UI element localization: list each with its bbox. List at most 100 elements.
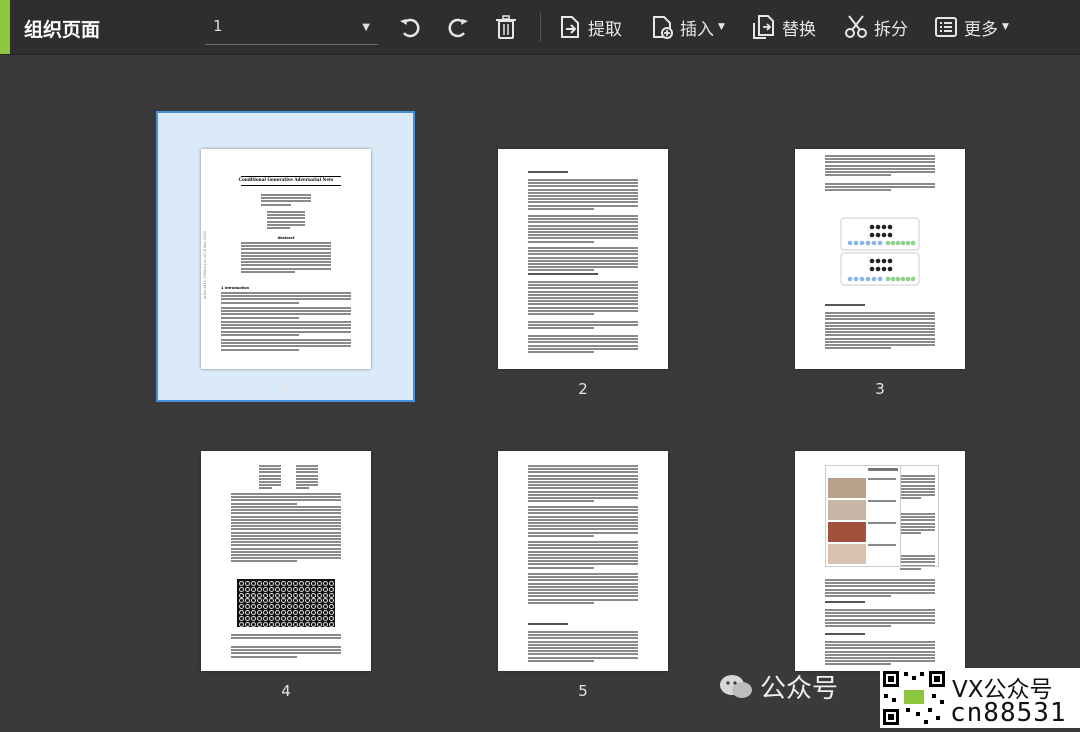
text-line: [528, 335, 638, 337]
accent-bar: [0, 0, 10, 54]
text-line: [528, 544, 638, 547]
page-number-label: 4: [281, 682, 291, 700]
text-line: [259, 487, 273, 490]
scissors-icon: [845, 15, 867, 38]
text-line: [241, 264, 331, 267]
text-line: [231, 534, 341, 537]
text-line: [825, 625, 891, 627]
text-line: [528, 321, 638, 323]
text-line: [241, 245, 331, 248]
text-line: [825, 618, 935, 621]
replace-button[interactable]: 替换: [750, 10, 816, 44]
wechat-watermark: 公众号: [718, 668, 838, 705]
text-line: [267, 220, 305, 223]
insert-button[interactable]: 插入 ▼: [648, 10, 725, 44]
text-line: [528, 582, 638, 585]
text-line: [296, 468, 318, 471]
panel-title: 组织页面: [24, 19, 101, 41]
text-line: [241, 270, 295, 273]
text-line: [296, 487, 310, 490]
delete-button[interactable]: [492, 10, 520, 44]
text-line: [528, 650, 638, 653]
text-line: [528, 324, 638, 327]
text-line: [231, 509, 341, 512]
text-line: [825, 601, 865, 603]
wechat-label: 公众号: [760, 674, 839, 704]
text-line: [528, 281, 638, 283]
text-line: [528, 341, 638, 344]
page-4-preview[interactable]: [201, 451, 371, 671]
text-line: [528, 534, 594, 537]
text-line: [259, 481, 281, 483]
text-line: [528, 653, 638, 656]
text-line: [528, 515, 638, 518]
text-line: [528, 512, 638, 515]
text-line: [221, 339, 351, 341]
text-line: [528, 250, 638, 253]
text-line: [231, 544, 341, 547]
text-line: [528, 643, 638, 646]
text-line: [528, 201, 638, 204]
text-line: [267, 217, 305, 220]
text-line: [528, 576, 638, 579]
text-line: [825, 644, 935, 647]
text-line: [528, 273, 598, 275]
text-line: [528, 287, 638, 290]
chevron-down-icon: ▼: [718, 22, 725, 32]
image-table-figure: [825, 465, 939, 567]
trash-icon: [496, 15, 516, 39]
undo-button[interactable]: [396, 10, 424, 44]
qr-code-image: [880, 668, 948, 728]
page-2-preview[interactable]: [498, 149, 668, 369]
page-number-label: 5: [578, 682, 588, 700]
text-line: [231, 525, 341, 528]
text-line: [528, 351, 594, 353]
text-line: [528, 500, 594, 503]
page-number-label: 1: [281, 380, 291, 398]
text-line: [231, 557, 341, 560]
page-number-input[interactable]: [205, 12, 353, 40]
text-line: [221, 345, 351, 348]
chevron-down-icon[interactable]: ▼: [362, 22, 370, 33]
text-line: [825, 155, 935, 157]
text-line: [528, 647, 638, 649]
page-6-preview[interactable]: [795, 451, 965, 671]
text-line: [528, 224, 638, 227]
text-line: [231, 528, 341, 531]
extract-button[interactable]: 提取: [556, 10, 622, 44]
text-line: [528, 557, 638, 559]
more-button[interactable]: 更多 ▼: [932, 10, 1009, 44]
text-line: [259, 471, 281, 474]
text-line: [231, 652, 341, 655]
text-line: [825, 321, 935, 324]
text-line: [825, 340, 935, 343]
wechat-icon: [720, 674, 752, 698]
text-line: [825, 174, 891, 177]
page-5-preview[interactable]: [498, 451, 668, 671]
text-line: [825, 347, 891, 350]
redo-button[interactable]: [444, 10, 472, 44]
text-line: [231, 538, 341, 540]
text-line: [296, 484, 318, 487]
extract-page-icon: [561, 16, 579, 38]
text-line: [825, 585, 935, 588]
text-line: [528, 541, 638, 543]
text-line: [231, 554, 341, 556]
text-line: [231, 512, 341, 515]
title-rule: [241, 185, 341, 186]
page-1-preview[interactable]: Conditional Generative Adversarial Nets …: [201, 149, 371, 369]
text-line: [528, 256, 638, 259]
text-line: [528, 465, 638, 467]
text-line: [259, 484, 281, 487]
text-line: [825, 588, 935, 591]
text-line: [528, 234, 638, 237]
split-button[interactable]: 拆分: [842, 10, 908, 44]
network-diagram-figure: [840, 217, 920, 286]
text-line: [296, 477, 318, 480]
text-line: [528, 601, 594, 604]
page-selector[interactable]: ▼: [205, 12, 378, 45]
text-line: [528, 215, 638, 217]
text-line: [528, 198, 638, 201]
text-line: [825, 621, 935, 624]
page-3-preview[interactable]: [795, 149, 965, 369]
